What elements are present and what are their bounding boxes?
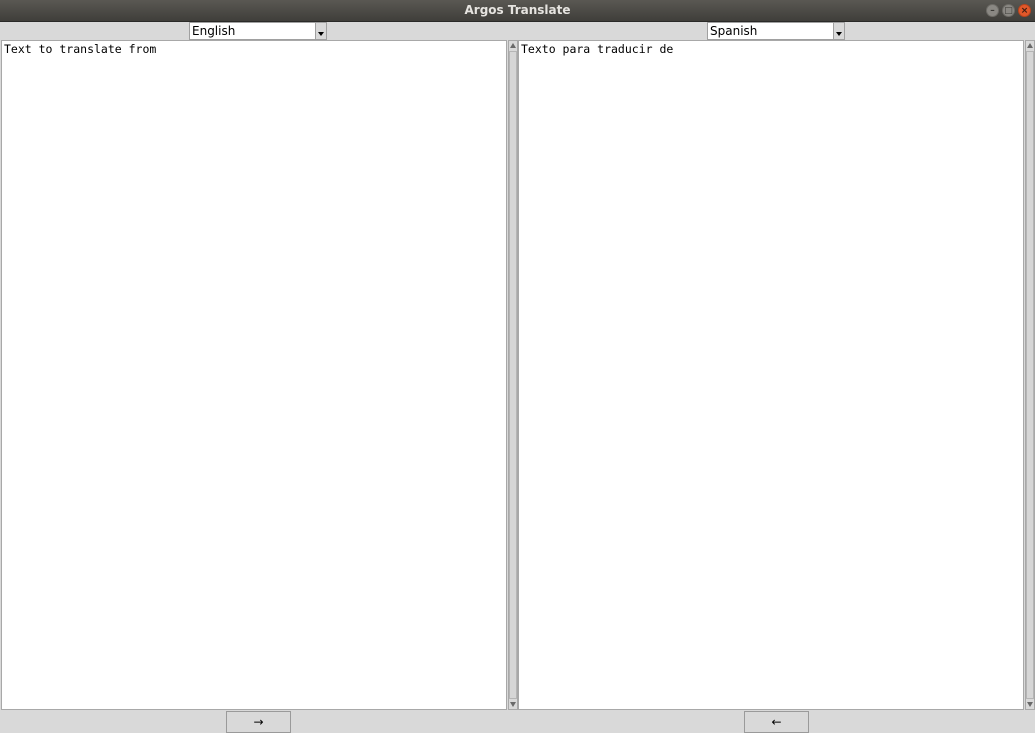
scroll-thumb[interactable]: [1026, 51, 1034, 699]
target-scrollbar[interactable]: [1025, 40, 1035, 710]
chevron-down-icon[interactable]: [833, 23, 844, 39]
maximize-icon[interactable]: □: [1002, 4, 1015, 17]
source-language-select[interactable]: English: [189, 22, 327, 40]
window-title: Argos Translate: [464, 3, 571, 17]
minimize-icon[interactable]: –: [986, 4, 999, 17]
scroll-thumb[interactable]: [509, 51, 517, 699]
scroll-down-icon[interactable]: [1026, 699, 1034, 709]
chevron-down-icon[interactable]: [315, 23, 326, 39]
source-scrollbar[interactable]: [508, 40, 518, 710]
close-icon[interactable]: ×: [1018, 4, 1031, 17]
target-text: Texto para traducir de: [521, 42, 674, 56]
scroll-up-icon[interactable]: [1026, 41, 1034, 51]
target-text-area[interactable]: Texto para traducir de: [518, 40, 1024, 710]
source-text: Text to translate from: [4, 42, 157, 56]
window-titlebar[interactable]: Argos Translate – □ ×: [0, 0, 1035, 22]
source-text-area[interactable]: Text to translate from: [1, 40, 507, 710]
translate-forward-button[interactable]: →: [226, 711, 291, 733]
scroll-up-icon[interactable]: [509, 41, 517, 51]
target-language-value: Spanish: [710, 24, 758, 38]
source-language-value: English: [192, 24, 236, 38]
target-language-select[interactable]: Spanish: [707, 22, 845, 40]
scroll-down-icon[interactable]: [509, 699, 517, 709]
translate-backward-button[interactable]: ←: [744, 711, 809, 733]
